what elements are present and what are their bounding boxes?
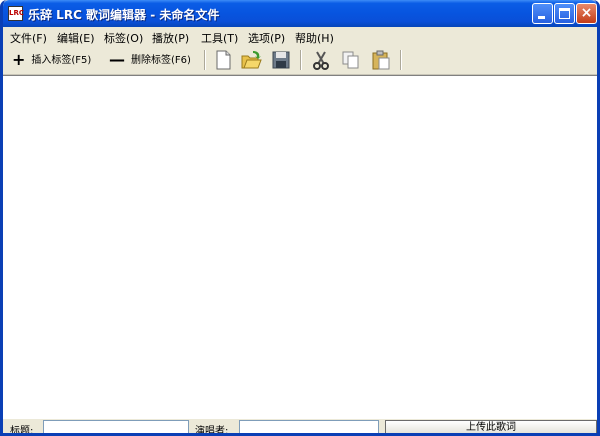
minus-icon: — xyxy=(109,50,125,69)
cut-icon xyxy=(313,51,329,70)
menu-bar: 文件(F) 编辑(E) 标签(O) 播放(P) 工具(T) 选项(P) 帮助(H… xyxy=(3,27,597,46)
new-file-button[interactable] xyxy=(212,49,234,71)
title-label: 标题: xyxy=(10,426,34,436)
copy-button[interactable] xyxy=(340,49,362,71)
insert-tag-button[interactable]: + 插入标签(F5) xyxy=(12,51,91,69)
close-icon: × xyxy=(580,5,593,21)
toolbar: + 插入标签(F5) — 删除标签(F6) xyxy=(3,46,597,75)
menu-edit[interactable]: 编辑(E) xyxy=(57,30,95,46)
paste-button[interactable] xyxy=(370,49,392,71)
artist-label: 演唱者: xyxy=(195,426,229,436)
app-icon[interactable]: LRC xyxy=(8,6,24,21)
artist-input[interactable] xyxy=(239,420,379,433)
close-button[interactable]: × xyxy=(576,3,597,24)
menu-file[interactable]: 文件(F) xyxy=(10,30,47,46)
open-file-button[interactable] xyxy=(240,49,262,71)
title-bar[interactable]: LRC 乐辞 LRC 歌词编辑器 - 未命名文件 × xyxy=(3,0,597,27)
plus-icon: + xyxy=(12,50,26,69)
menu-tools[interactable]: 工具(T) xyxy=(201,30,238,46)
save-button[interactable] xyxy=(270,49,292,71)
delete-tag-button[interactable]: — 删除标签(F6) xyxy=(109,51,191,69)
menu-tags[interactable]: 标签(O) xyxy=(104,30,143,46)
toolbar-separator xyxy=(204,50,206,70)
lyrics-editor[interactable] xyxy=(3,75,597,419)
minimize-icon xyxy=(538,16,545,19)
maximize-icon xyxy=(559,8,570,19)
menu-play[interactable]: 播放(P) xyxy=(152,30,189,46)
menu-options[interactable]: 选项(P) xyxy=(248,30,285,46)
save-icon xyxy=(272,51,290,69)
cut-button[interactable] xyxy=(310,49,332,71)
minimize-button[interactable] xyxy=(532,3,553,24)
window-title: 乐辞 LRC 歌词编辑器 - 未命名文件 xyxy=(28,8,220,22)
copy-icon xyxy=(342,51,359,69)
toolbar-separator xyxy=(400,50,402,70)
maximize-button[interactable] xyxy=(554,3,575,24)
open-folder-icon xyxy=(241,51,262,69)
upload-lyrics-button[interactable]: 上传此歌词 xyxy=(385,420,597,433)
paste-icon xyxy=(372,50,390,70)
status-bar: 标题: 演唱者: 上传此歌词 xyxy=(3,419,597,436)
menu-help[interactable]: 帮助(H) xyxy=(295,30,334,46)
toolbar-separator xyxy=(300,50,302,70)
new-file-icon xyxy=(216,50,231,70)
insert-tag-label: 插入标签(F5) xyxy=(31,55,92,66)
title-input[interactable] xyxy=(43,420,189,433)
delete-tag-label: 删除标签(F6) xyxy=(131,55,191,66)
app-window: LRC 乐辞 LRC 歌词编辑器 - 未命名文件 × 文件(F) 编辑(E) 标… xyxy=(0,0,600,436)
